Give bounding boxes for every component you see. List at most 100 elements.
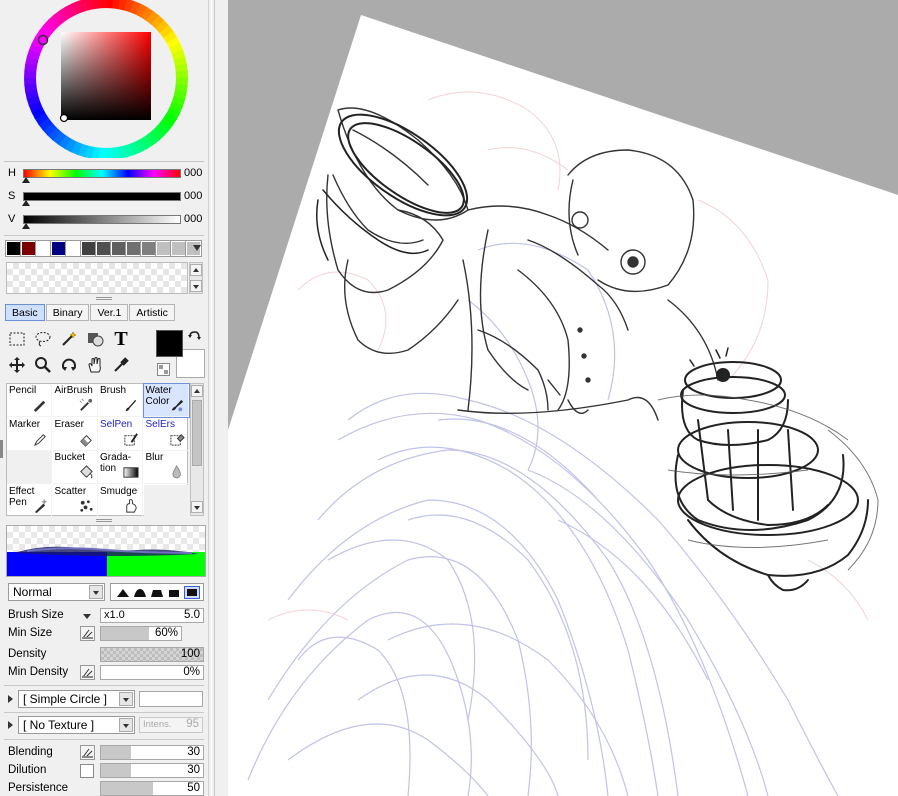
brush-shape-value: [ Simple Circle ] bbox=[23, 692, 108, 706]
color-wheel[interactable] bbox=[24, 0, 188, 158]
brush-selers[interactable]: SelErs bbox=[143, 417, 189, 451]
tip-shape-soft-icon[interactable] bbox=[150, 588, 164, 598]
brush-airbrush[interactable]: AirBrush bbox=[52, 384, 98, 417]
brush-scatter[interactable]: Scatter bbox=[52, 484, 98, 518]
brush-shape-dropdown[interactable]: [ Simple Circle ] bbox=[18, 690, 135, 708]
texture-dropdown[interactable]: [ No Texture ] bbox=[18, 716, 135, 734]
pressure-size-icon[interactable] bbox=[80, 626, 95, 641]
panel-splitter[interactable] bbox=[208, 0, 228, 796]
tip-shape-flat-icon[interactable] bbox=[167, 588, 181, 598]
color-swatch[interactable] bbox=[80, 240, 97, 257]
tab-basic[interactable]: Basic bbox=[5, 304, 45, 321]
swatch-menu-icon[interactable] bbox=[193, 245, 201, 251]
color-swatch[interactable] bbox=[65, 240, 82, 257]
drawing-canvas[interactable] bbox=[228, 0, 898, 796]
rect-select-icon[interactable] bbox=[6, 328, 28, 350]
color-swatch[interactable] bbox=[95, 240, 112, 257]
brush-pencil[interactable]: Pencil bbox=[7, 384, 52, 417]
marker-icon bbox=[33, 433, 46, 446]
brush-scroll-thumb[interactable] bbox=[192, 400, 202, 466]
tab-binary[interactable]: Binary bbox=[45, 304, 90, 321]
panel-resize-grip[interactable] bbox=[96, 297, 112, 300]
color-swatch[interactable] bbox=[170, 240, 187, 257]
zoom-icon[interactable] bbox=[32, 354, 54, 376]
tip-shape-sharp-icon[interactable] bbox=[116, 588, 130, 598]
brush-bucket[interactable]: Bucket bbox=[52, 451, 98, 484]
density-slider[interactable]: 100 bbox=[100, 647, 204, 662]
value-slider[interactable]: V 000 bbox=[6, 212, 204, 230]
scroll-up-icon[interactable] bbox=[190, 264, 202, 276]
brush-shape-strength[interactable] bbox=[139, 691, 203, 707]
text-icon[interactable]: T bbox=[110, 328, 132, 350]
brush-smudge[interactable]: Smudge bbox=[98, 484, 143, 518]
brush-color-preview[interactable] bbox=[6, 525, 206, 577]
window-edge-grip[interactable] bbox=[0, 440, 3, 458]
tab-ver-1[interactable]: Ver.1 bbox=[90, 304, 129, 321]
chevron-down-icon[interactable] bbox=[119, 692, 133, 706]
select-pen-icon[interactable] bbox=[84, 328, 106, 350]
brush-eraser[interactable]: Eraser bbox=[52, 417, 98, 451]
color-scratchpad[interactable] bbox=[6, 262, 188, 294]
min-density-slider[interactable]: 0% bbox=[100, 665, 204, 680]
brush-water-color[interactable]: Water Color bbox=[142, 383, 190, 418]
blending-slider[interactable]: 30 bbox=[100, 745, 204, 760]
foreground-color[interactable] bbox=[156, 330, 183, 357]
brush-grada-tion[interactable]: Grada- tion bbox=[98, 451, 143, 484]
min-size-slider[interactable]: 60% bbox=[100, 626, 182, 641]
color-swatch[interactable] bbox=[5, 240, 22, 257]
pencil-icon bbox=[33, 400, 46, 413]
color-swatch[interactable] bbox=[35, 240, 52, 257]
brush-size-menu-icon[interactable] bbox=[83, 614, 91, 619]
pressure-blending-icon[interactable] bbox=[80, 745, 95, 760]
pressure-density-icon[interactable] bbox=[80, 665, 95, 680]
brush-effect-pen[interactable]: Effect Pen bbox=[7, 484, 52, 518]
canvas-workspace[interactable] bbox=[228, 0, 898, 796]
brush-label: Bucket bbox=[54, 452, 86, 463]
tip-shape-round-icon[interactable] bbox=[133, 588, 147, 598]
magic-wand-icon[interactable] bbox=[58, 328, 80, 350]
scratchpad-scrollbar[interactable] bbox=[189, 262, 203, 294]
hue-slider[interactable]: H 000 bbox=[6, 166, 204, 184]
texture-intensity-slider[interactable]: Intens. 95 bbox=[139, 717, 203, 733]
saturation-slider[interactable]: S 000 bbox=[6, 189, 204, 207]
tab-artistic[interactable]: Artistic bbox=[129, 304, 175, 321]
transparent-color-icon[interactable] bbox=[157, 363, 170, 376]
brush-size-slider[interactable]: x1.0 5.0 bbox=[100, 608, 204, 623]
brush-panel-grip[interactable] bbox=[96, 519, 112, 522]
texture-expand-icon[interactable] bbox=[8, 721, 13, 729]
brush-shape-expand-icon[interactable] bbox=[8, 695, 13, 703]
move-icon[interactable] bbox=[6, 354, 28, 376]
swap-colors-icon[interactable] bbox=[187, 330, 203, 346]
color-swatch[interactable] bbox=[155, 240, 172, 257]
brush-brush[interactable]: Brush bbox=[98, 384, 143, 417]
color-swatch[interactable] bbox=[20, 240, 37, 257]
texture-value: [ No Texture ] bbox=[23, 718, 95, 732]
hand-icon[interactable] bbox=[84, 354, 106, 376]
brush-grid-scrollbar[interactable] bbox=[190, 383, 204, 516]
dilution-checkbox[interactable] bbox=[80, 764, 94, 778]
rotate-icon[interactable] bbox=[58, 354, 80, 376]
brush-selpen[interactable]: SelPen bbox=[98, 417, 143, 451]
chevron-down-icon[interactable] bbox=[89, 585, 103, 599]
color-swatch[interactable] bbox=[110, 240, 127, 257]
color-swatch[interactable] bbox=[140, 240, 157, 257]
tip-shape-square-icon[interactable] bbox=[184, 586, 200, 599]
brush-label: SelPen bbox=[100, 418, 133, 430]
brush-scroll-down-icon[interactable] bbox=[191, 501, 203, 513]
sv-marker-icon[interactable] bbox=[59, 113, 69, 123]
blend-mode-dropdown[interactable]: Normal bbox=[8, 583, 105, 601]
persistence-slider[interactable]: 50 bbox=[100, 781, 204, 796]
color-swatch[interactable] bbox=[50, 240, 67, 257]
dilution-row: Dilution 30 bbox=[6, 762, 204, 780]
chevron-down-icon[interactable] bbox=[119, 718, 133, 732]
color-swatch[interactable] bbox=[125, 240, 142, 257]
lasso-icon[interactable] bbox=[32, 328, 54, 350]
brush-blur[interactable]: Blur bbox=[143, 451, 189, 484]
dilution-slider[interactable]: 30 bbox=[100, 763, 204, 778]
brush-marker[interactable]: Marker bbox=[7, 417, 52, 451]
brush-slot-empty[interactable] bbox=[143, 484, 189, 518]
brush-slot-empty[interactable] bbox=[7, 451, 52, 484]
scroll-down-icon[interactable] bbox=[190, 280, 202, 292]
eyedropper-icon[interactable] bbox=[110, 354, 132, 376]
brush-scroll-up-icon[interactable] bbox=[191, 385, 203, 397]
